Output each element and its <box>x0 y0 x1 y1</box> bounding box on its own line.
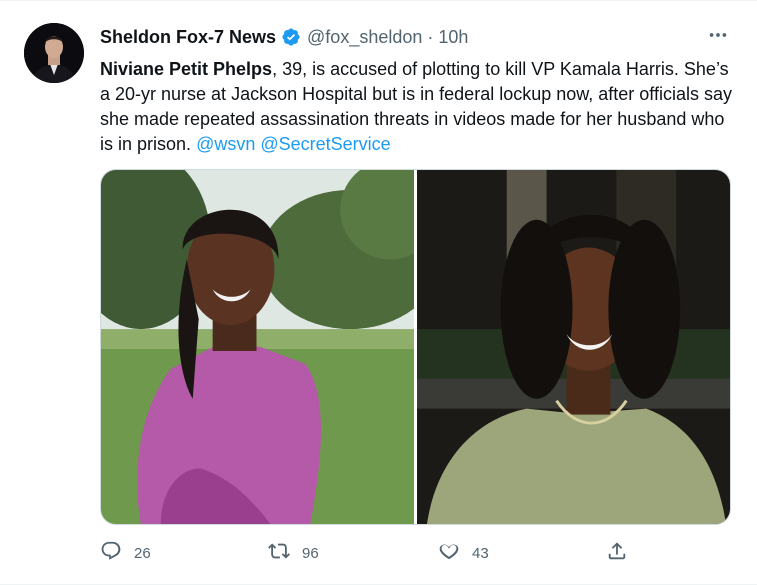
tweet-media <box>100 169 731 525</box>
heart-icon <box>438 540 460 566</box>
share-icon <box>606 540 628 566</box>
retweet-icon <box>268 540 290 566</box>
tweet-timestamp[interactable]: 10h <box>438 27 468 48</box>
like-count: 43 <box>472 544 489 562</box>
reply-icon <box>100 540 122 566</box>
retweet-count: 96 <box>302 544 319 562</box>
more-options-button[interactable] <box>700 25 736 49</box>
author-handle[interactable]: @fox_sheldon <box>307 27 422 48</box>
photo-right-image <box>417 170 730 524</box>
verified-badge-icon <box>281 27 301 47</box>
like-button[interactable]: 43 <box>438 539 489 567</box>
more-options-icon <box>707 24 729 51</box>
header-separator: · <box>427 26 434 47</box>
share-button[interactable] <box>606 539 628 567</box>
tweet-card[interactable]: Sheldon Fox-7 News @fox_sheldon · 10h Ni… <box>0 0 757 585</box>
avatar[interactable] <box>24 23 84 83</box>
mention-link[interactable]: @SecretService <box>260 134 390 154</box>
mention-link[interactable]: @wsvn <box>196 134 255 154</box>
tweet-subject-name: Niviane Petit Phelps <box>100 59 273 79</box>
tweet-actions: 26 96 43 <box>100 539 660 567</box>
author-display-name[interactable]: Sheldon Fox-7 News <box>100 27 276 48</box>
reply-count: 26 <box>134 544 151 562</box>
photo-left[interactable] <box>101 170 414 524</box>
retweet-button[interactable]: 96 <box>268 539 319 567</box>
photo-right[interactable] <box>417 170 730 524</box>
tweet-text: Niviane Petit Phelps, 39, is accused of … <box>100 57 740 157</box>
tweet-header: Sheldon Fox-7 News @fox_sheldon · 10h <box>100 25 468 49</box>
reply-button[interactable]: 26 <box>100 539 151 567</box>
avatar-image <box>24 23 84 83</box>
photo-left-image <box>101 170 414 524</box>
